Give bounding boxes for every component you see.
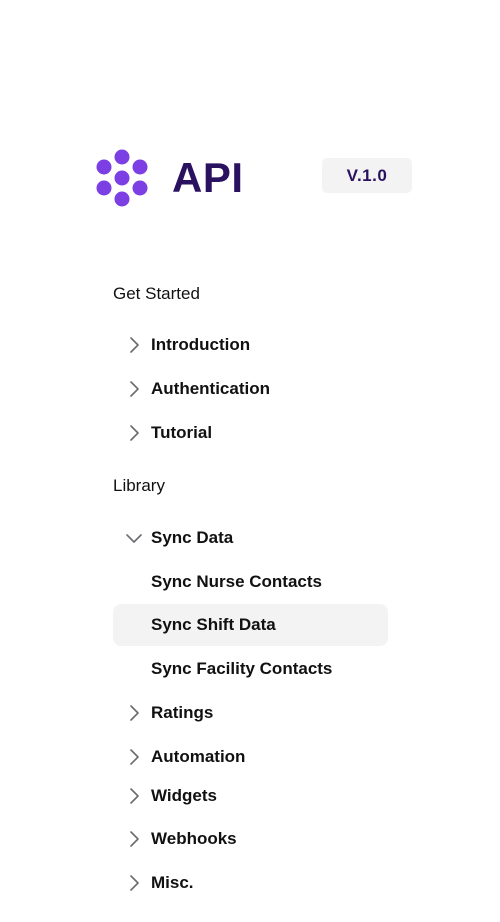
chevron-right-icon [130, 425, 139, 441]
section-get-started: Get Started [113, 284, 200, 303]
chevron-down-icon [126, 534, 142, 543]
nav-item-label: Webhooks [151, 829, 237, 848]
nav-item-label: Sync Nurse Contacts [151, 572, 322, 591]
chevron-right-icon [130, 381, 139, 397]
nav-item-label: Automation [151, 747, 246, 766]
section-library: Library [113, 476, 165, 495]
nav-item-ratings[interactable]: Ratings [113, 692, 388, 734]
chevron-right-icon [130, 337, 139, 353]
nav-item-widgets[interactable]: Widgets [113, 775, 388, 817]
chevron-right-icon [130, 875, 139, 891]
nav-item-introduction[interactable]: Introduction [113, 324, 388, 366]
nav-item-sync-facility-contacts[interactable]: Sync Facility Contacts [113, 648, 388, 690]
nav-item-label: Sync Data [151, 528, 234, 547]
brand-name: API [172, 154, 244, 201]
version-badge[interactable]: V.1.0 [322, 158, 412, 193]
nav-item-label: Authentication [151, 379, 270, 398]
nav-item-misc[interactable]: Misc. [113, 862, 388, 904]
nav-item-label: Introduction [151, 335, 251, 354]
nav-item-label: Widgets [151, 786, 217, 805]
chevron-right-icon [130, 749, 139, 765]
nav-item-sync-shift-data[interactable]: Sync Shift Data [113, 604, 388, 646]
nav-item-label: Misc. [151, 873, 194, 892]
nav-item-authentication[interactable]: Authentication [113, 368, 388, 410]
nav-item-sync-nurse-contacts[interactable]: Sync Nurse Contacts [113, 561, 388, 603]
chevron-right-icon [130, 788, 139, 804]
nav-item-label: Tutorial [151, 423, 213, 442]
nav-item-sync-data[interactable]: Sync Data [113, 517, 388, 559]
nav-item-automation[interactable]: Automation [113, 736, 388, 778]
chevron-right-icon [130, 705, 139, 721]
nav-item-webhooks[interactable]: Webhooks [113, 818, 388, 860]
sidebar-header: API V.1.0 [0, 0, 500, 240]
nav-item-label: Sync Shift Data [151, 615, 276, 634]
chevron-right-icon [130, 831, 139, 847]
logo-icon [96, 149, 148, 207]
nav-item-label: Sync Facility Contacts [151, 659, 333, 678]
nav-item-tutorial[interactable]: Tutorial [113, 412, 388, 454]
nav-item-label: Ratings [151, 703, 214, 722]
